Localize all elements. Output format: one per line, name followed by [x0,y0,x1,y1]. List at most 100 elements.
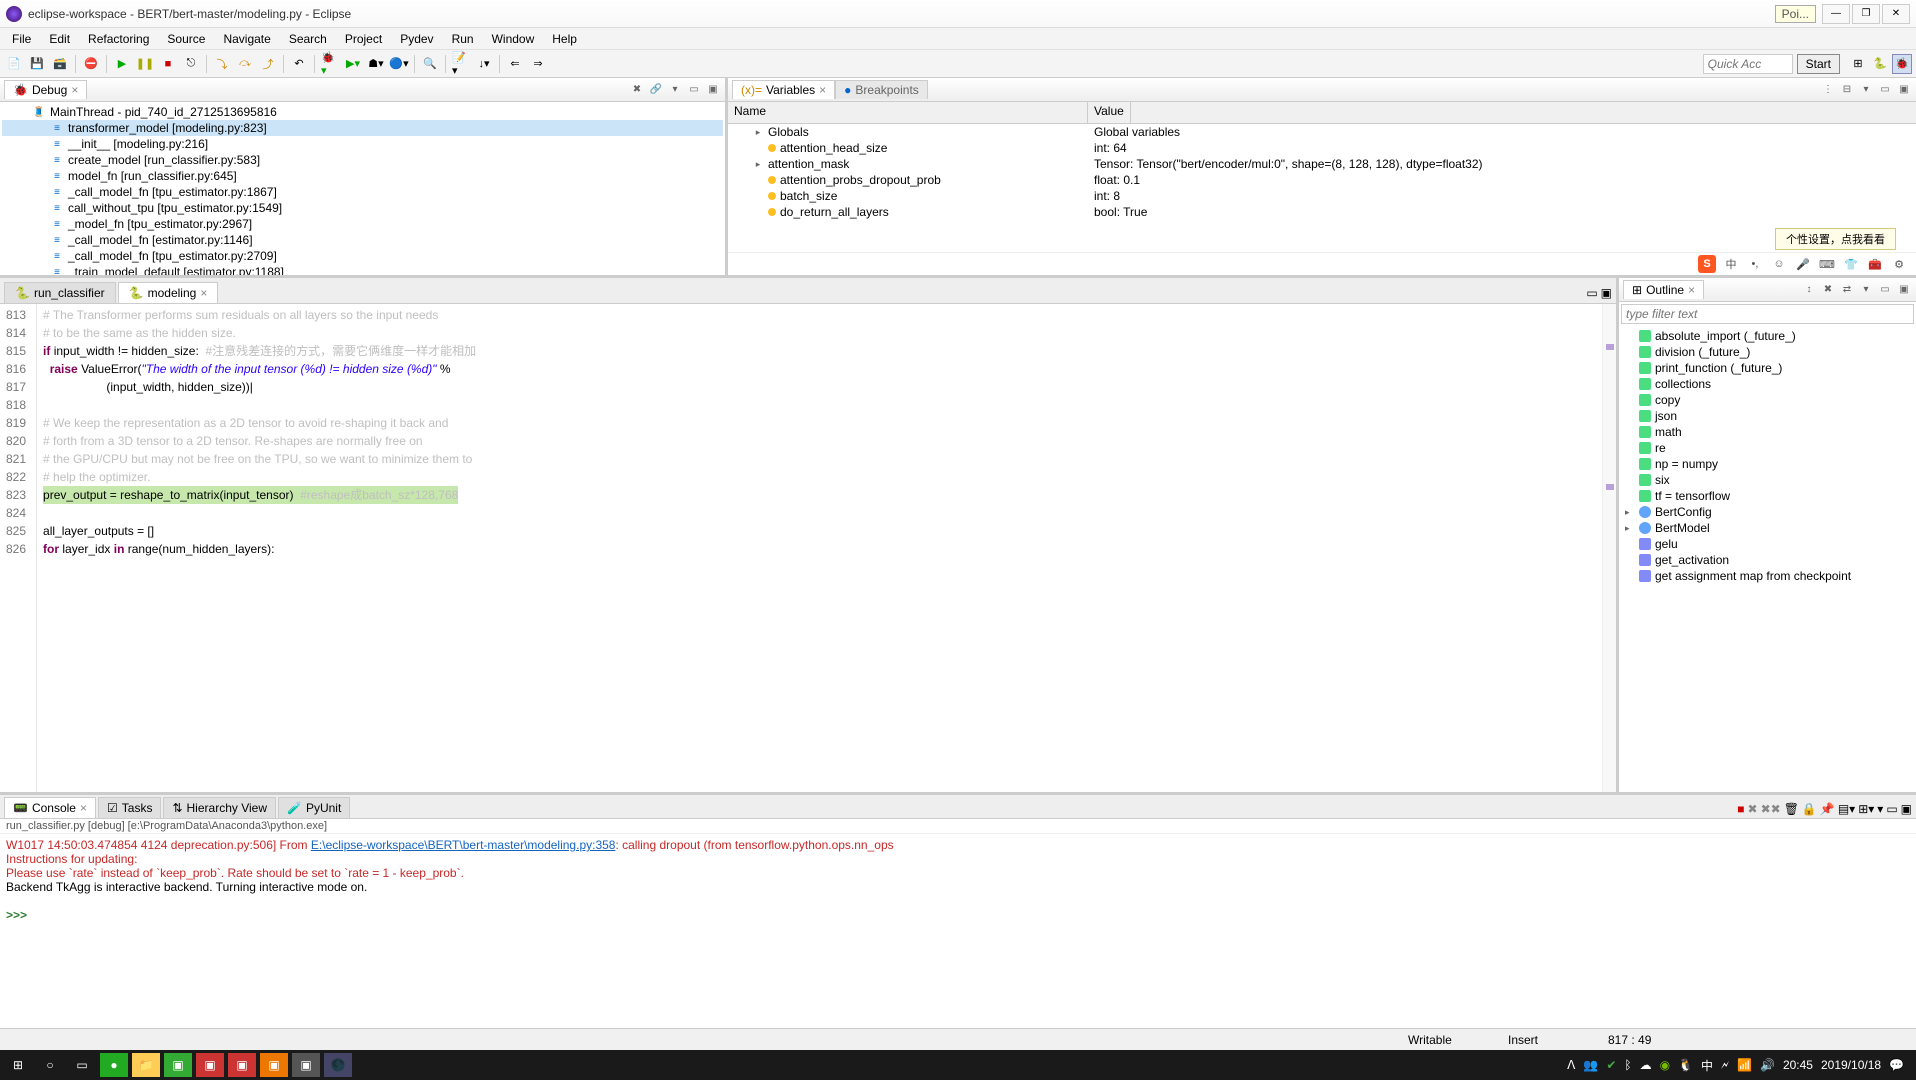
start-button[interactable]: Start [1797,54,1840,74]
expand-icon[interactable]: ▸ [1625,523,1635,534]
tray-date[interactable]: 2019/10/18 [1821,1058,1881,1072]
stack-frame[interactable]: ≡_call_model_fn [tpu_estimator.py:1867] [2,184,723,200]
view-menu-icon[interactable]: ▾ [1858,82,1874,98]
pin-console-icon[interactable]: 📌 [1820,802,1835,816]
tray-volume-icon[interactable]: 🔊 [1760,1058,1775,1072]
outline-item[interactable]: np = numpy [1623,456,1912,472]
tray-qq-icon[interactable]: 🐧 [1678,1058,1693,1072]
code-line[interactable]: for layer_idx in range(num_hidden_layers… [43,540,1596,558]
show-type-icon[interactable]: ⋮ [1820,82,1836,98]
minimize-editor-icon[interactable]: ▭ [1586,286,1597,300]
app-icon[interactable]: ▣ [196,1053,224,1077]
tray-up-icon[interactable]: ᐱ [1567,1058,1575,1072]
code-line[interactable]: (input_width, hidden_size))| [43,378,1596,396]
menu-run[interactable]: Run [444,30,482,48]
hide-fields-icon[interactable]: ✖ [1820,282,1836,298]
view-menu-icon[interactable]: ▾ [1858,282,1874,298]
search-icon[interactable]: 🔍 [420,54,440,74]
sort-icon[interactable]: ↕ [1801,282,1817,298]
outline-item[interactable]: math [1623,424,1912,440]
explorer-icon[interactable]: 📁 [132,1053,160,1077]
code-line[interactable]: # help the optimizer. [43,468,1596,486]
task-view-icon[interactable]: ▭ [68,1053,96,1077]
next-annotation-icon[interactable]: ↓▾ [474,54,494,74]
close-tab-icon[interactable]: × [819,83,826,97]
link-icon[interactable]: 🔗 [648,82,664,98]
tray-nvidia-icon[interactable]: ◉ [1660,1058,1670,1072]
variable-row[interactable]: attention_head_sizeint: 64 [728,140,1916,156]
hint-banner[interactable]: 个性设置，点我看看 [1775,228,1896,250]
code-line[interactable]: # the GPU/CPU but may not be free on the… [43,450,1596,468]
menu-refactoring[interactable]: Refactoring [80,30,157,48]
close-tab-icon[interactable]: × [1688,283,1695,297]
code-line[interactable]: if input_width != hidden_size: #注意残差连接的方… [43,342,1596,360]
stack-frame[interactable]: ≡create_model [run_classifier.py:583] [2,152,723,168]
debug-tab[interactable]: 🐞 Debug × [4,80,87,99]
close-tab-icon[interactable]: × [200,286,207,300]
variables-tab[interactable]: (x)= Variables × [732,80,835,99]
tray-bluetooth-icon[interactable]: ᛒ [1624,1058,1631,1072]
app-icon[interactable]: ▣ [228,1053,256,1077]
menu-help[interactable]: Help [544,30,585,48]
outline-item[interactable]: gelu [1623,536,1912,552]
outline-item[interactable]: collections [1623,376,1912,392]
menu-pydev[interactable]: Pydev [392,30,441,48]
name-column-header[interactable]: Name [728,102,1088,123]
drop-frame-icon[interactable]: ↶ [289,54,309,74]
start-menu-icon[interactable]: ⊞ [4,1053,32,1077]
suspend-icon[interactable]: ❚❚ [135,54,155,74]
minimize-panel-icon[interactable]: ▭ [1877,282,1893,298]
minimize-panel-icon[interactable]: ▭ [1886,802,1897,816]
debug-perspective-icon[interactable]: 🐞 [1892,54,1912,74]
tray-notification-icon[interactable]: 💬 [1889,1058,1904,1072]
stack-frame[interactable]: ≡_train_model_default [estimator.py:1188… [2,264,723,275]
stack-frame[interactable]: ≡_call_model_fn [tpu_estimator.py:2709] [2,248,723,264]
tray-lang-icon[interactable]: 中 [1701,1057,1713,1074]
expand-icon[interactable]: ▸ [1625,507,1635,518]
expand-icon[interactable]: ▸ [752,127,764,138]
tray-people-icon[interactable]: 👥 [1583,1058,1598,1072]
lang-cn-icon[interactable]: 中 [1722,255,1740,273]
stack-frame[interactable]: 🧵MainThread - pid_740_id_2712513695816 [2,104,723,120]
maximize-editor-icon[interactable]: ▣ [1601,286,1612,300]
outline-item[interactable]: division (_future_) [1623,344,1912,360]
step-return-icon[interactable]: ⤴ [258,54,278,74]
maximize-panel-icon[interactable]: ▣ [705,82,721,98]
mic-icon[interactable]: 🎤 [1794,255,1812,273]
menu-navigate[interactable]: Navigate [215,30,278,48]
outline-item[interactable]: ▸BertConfig [1623,504,1912,520]
tray-time[interactable]: 20:45 [1783,1058,1813,1072]
remove-terminated-icon[interactable]: ✖ [629,82,645,98]
tray-cloud-icon[interactable]: ☁ [1640,1058,1652,1072]
scroll-lock-icon[interactable]: 🔒 [1802,802,1817,816]
clear-console-icon[interactable]: 🗑 [1784,802,1799,816]
variable-row[interactable]: batch_sizeint: 8 [728,188,1916,204]
save-all-icon[interactable]: 🗃️ [50,54,70,74]
variable-row[interactable]: attention_probs_dropout_probfloat: 0.1 [728,172,1916,188]
menu-search[interactable]: Search [281,30,335,48]
run-last-icon[interactable]: 🔵▾ [389,54,409,74]
close-tab-icon[interactable]: × [80,801,87,815]
step-into-icon[interactable]: ⤵ [212,54,232,74]
outline-item[interactable]: json [1623,408,1912,424]
stack-frame[interactable]: ≡model_fn [run_classifier.py:645] [2,168,723,184]
resume-icon[interactable]: ▶ [112,54,132,74]
outline-item[interactable]: re [1623,440,1912,456]
tray-safe-icon[interactable]: ✔ [1606,1058,1616,1072]
value-column-header[interactable]: Value [1088,102,1131,123]
code-line[interactable]: # to be the same as the hidden size. [43,324,1596,342]
console-tab-console[interactable]: 📟Console× [4,797,96,818]
console-tab-tasks[interactable]: ☑Tasks [98,797,161,818]
terminate-icon[interactable]: ■ [158,54,178,74]
run-icon[interactable]: ▶▾ [343,54,363,74]
outline-item[interactable]: absolute_import (_future_) [1623,328,1912,344]
stack-frame[interactable]: ≡_model_fn [tpu_estimator.py:2967] [2,216,723,232]
code-line[interactable]: # The Transformer performs sum residuals… [43,306,1596,324]
cortana-icon[interactable]: ○ [36,1053,64,1077]
stack-frame[interactable]: ≡call_without_tpu [tpu_estimator.py:1549… [2,200,723,216]
outline-filter-input[interactable] [1621,304,1914,324]
code-line[interactable]: # We keep the representation as a 2D ten… [43,414,1596,432]
menu-project[interactable]: Project [337,30,390,48]
annotation-icon[interactable]: 📝▾ [451,54,471,74]
outline-item[interactable]: get_activation [1623,552,1912,568]
